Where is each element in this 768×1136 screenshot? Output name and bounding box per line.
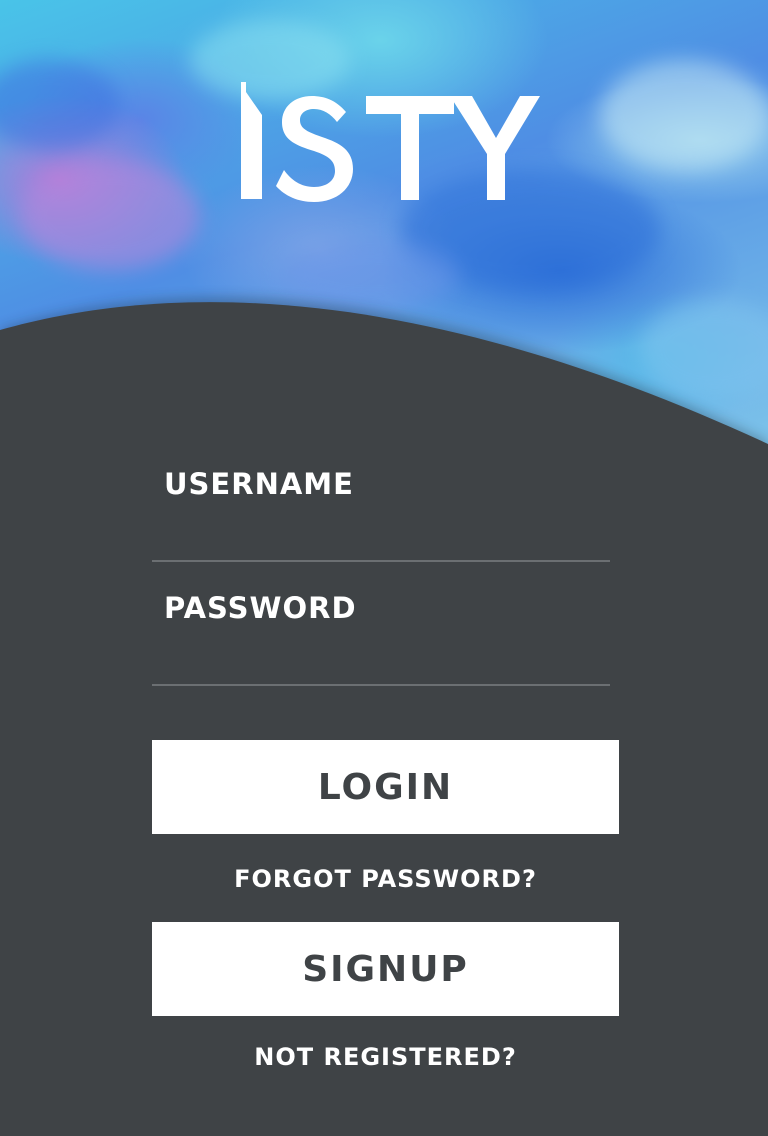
- signup-button[interactable]: SIGNUP: [152, 922, 619, 1016]
- username-label: USERNAME: [164, 467, 354, 501]
- login-button[interactable]: LOGIN: [152, 740, 619, 834]
- password-label: PASSWORD: [164, 591, 357, 625]
- login-screen: USERNAME PASSWORD LOGIN FORGOT PASSWORD?…: [0, 0, 768, 1136]
- username-input[interactable]: [152, 516, 610, 562]
- not-registered-link[interactable]: NOT REGISTERED?: [152, 1045, 619, 1069]
- password-input[interactable]: [152, 640, 610, 686]
- forgot-password-link[interactable]: FORGOT PASSWORD?: [152, 867, 619, 891]
